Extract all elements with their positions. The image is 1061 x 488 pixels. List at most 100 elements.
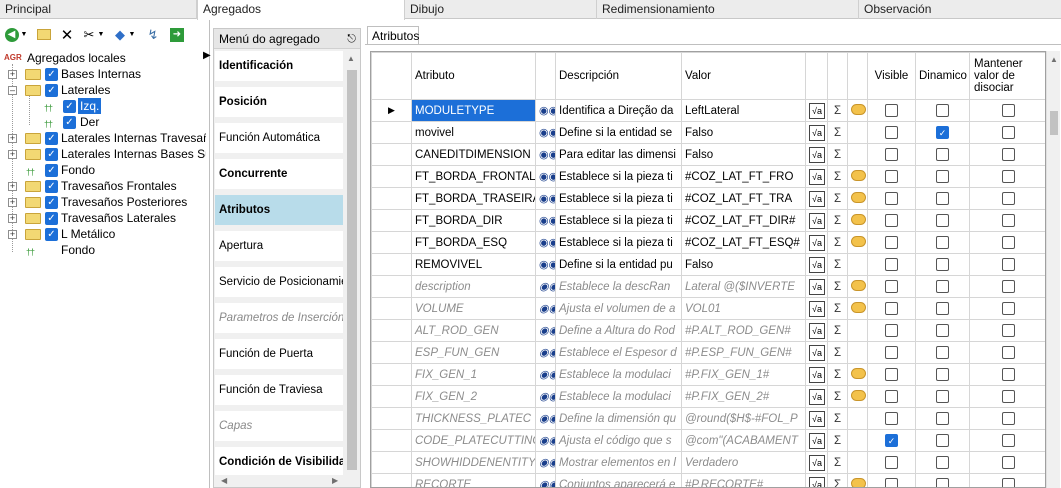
row-indicator[interactable] (371, 143, 412, 166)
tab-redimensionamiento[interactable]: Redimensionamiento (597, 0, 859, 19)
row-indicator[interactable] (371, 165, 412, 188)
cell-formula[interactable]: √a (805, 165, 828, 188)
binoculars-icon[interactable]: ◉◉ (539, 347, 555, 359)
checkbox-unchecked-icon[interactable] (1002, 126, 1015, 139)
formula-icon[interactable]: √a (809, 146, 825, 163)
cell-attribute[interactable]: VOLUME (411, 297, 536, 320)
cell-comment[interactable] (847, 473, 868, 487)
cell-visible-checkbox[interactable] (867, 231, 916, 254)
formula-icon[interactable]: √a (809, 388, 825, 405)
checkbox-unchecked-icon[interactable] (1002, 302, 1015, 315)
checkbox-unchecked-icon[interactable] (936, 412, 949, 425)
cell-attribute[interactable]: ALT_ROD_GEN (411, 319, 536, 342)
formula-icon[interactable]: √a (809, 300, 825, 317)
menu-item-apertura[interactable]: Apertura (215, 231, 343, 261)
cell-dynamic-checkbox[interactable] (915, 99, 970, 122)
comment-bubble-icon[interactable] (851, 279, 866, 291)
checkbox-checked-icon[interactable]: ✓ (63, 100, 76, 113)
cell-lookup[interactable]: ◉◉ (535, 385, 556, 408)
cell-formula[interactable]: √a (805, 231, 828, 254)
cell-comment[interactable] (847, 363, 868, 386)
checkbox-checked-icon[interactable]: ✓ (885, 434, 898, 447)
sigma-icon[interactable]: Σ (834, 281, 841, 293)
checkbox-unchecked-icon[interactable] (936, 258, 949, 271)
export-icon[interactable]: ➜ (170, 27, 184, 42)
cell-visible-checkbox[interactable] (867, 253, 916, 276)
cell-value[interactable]: #COZ_LAT_FT_ESQ# (681, 231, 806, 254)
cell-comment[interactable] (847, 209, 868, 232)
checkbox-unchecked-icon[interactable] (885, 104, 898, 117)
sigma-icon[interactable]: Σ (834, 259, 841, 271)
checkbox-unchecked-icon[interactable] (1002, 214, 1015, 227)
cell-visible-checkbox[interactable] (867, 99, 916, 122)
cell-attribute[interactable]: description (411, 275, 536, 298)
sigma-icon[interactable]: Σ (834, 325, 841, 337)
binoculars-icon[interactable]: ◉◉ (539, 413, 555, 425)
cell-dynamic-checkbox[interactable] (915, 451, 970, 474)
binoculars-icon[interactable]: ◉◉ (539, 457, 555, 469)
expand-icon[interactable]: + (8, 198, 17, 207)
formula-icon[interactable]: √a (809, 366, 825, 383)
cell-description[interactable]: Ajusta el volumen de a (555, 297, 682, 320)
cell-visible-checkbox[interactable] (867, 473, 916, 487)
menu-hscrollbar[interactable]: ◀ ▶ (215, 475, 344, 487)
grid-row[interactable]: ALT_ROD_GEN◉◉Define a Altura do Rod#P.AL… (371, 319, 1045, 342)
cell-lookup[interactable]: ◉◉ (535, 187, 556, 210)
grid-row[interactable]: FIX_GEN_1◉◉Establece la modulaci#P.FIX_G… (371, 363, 1045, 386)
comment-bubble-icon[interactable] (851, 367, 866, 379)
cell-sum[interactable]: Σ (827, 319, 848, 342)
cell-comment[interactable] (847, 143, 868, 166)
cell-sum[interactable]: Σ (827, 187, 848, 210)
cell-formula[interactable]: √a (805, 319, 828, 342)
cell-lookup[interactable]: ◉◉ (535, 231, 556, 254)
tree-item-laterales-internas-travesanos[interactable]: + ✓ Laterales Internas Travesañ (0, 130, 206, 146)
checkbox-unchecked-icon[interactable] (1002, 478, 1015, 487)
expand-icon[interactable]: + (8, 214, 17, 223)
cell-formula[interactable]: √a (805, 363, 828, 386)
checkbox-unchecked-icon[interactable] (936, 478, 949, 487)
cell-description[interactable]: Conjuntos aparecerá e (555, 473, 682, 487)
checkbox-checked-icon[interactable]: ✓ (45, 68, 58, 81)
formula-icon[interactable]: √a (809, 190, 825, 207)
cell-value[interactable]: #P.FIX_GEN_1# (681, 363, 806, 386)
sigma-icon[interactable]: Σ (834, 171, 841, 183)
cut-dropdown-icon[interactable]: ▼ (98, 31, 105, 38)
checkbox-unchecked-icon[interactable] (885, 346, 898, 359)
cell-lookup[interactable]: ◉◉ (535, 297, 556, 320)
cell-dynamic-checkbox[interactable] (915, 407, 970, 430)
cell-value[interactable]: #P.FIX_GEN_2# (681, 385, 806, 408)
cell-lookup[interactable]: ◉◉ (535, 209, 556, 232)
cell-sum[interactable]: Σ (827, 121, 848, 144)
grid-row[interactable]: ▶ MODULETYPE◉◉Identifica a Direção daLeft… (371, 99, 1045, 122)
scroll-right-icon[interactable]: ▶ (332, 476, 338, 485)
sigma-icon[interactable]: Σ (834, 457, 841, 469)
checkbox-unchecked-icon[interactable] (885, 368, 898, 381)
header-visible[interactable]: Visible (867, 52, 916, 100)
checkbox-checked-icon[interactable]: ✓ (45, 180, 58, 193)
checkbox-unchecked-icon[interactable] (885, 236, 898, 249)
cell-formula[interactable]: √a (805, 253, 828, 276)
tree-item-travesanos-frontales[interactable]: + ✓ Travesaños Frontales (0, 178, 206, 194)
formula-icon[interactable]: √a (809, 212, 825, 229)
row-indicator[interactable] (371, 385, 412, 408)
sigma-icon[interactable]: Σ (834, 215, 841, 227)
row-indicator[interactable] (371, 341, 412, 364)
cell-sum[interactable]: Σ (827, 165, 848, 188)
cell-dynamic-checkbox[interactable] (915, 297, 970, 320)
menu-item-capas[interactable]: Capas (215, 411, 343, 441)
cell-dynamic-checkbox[interactable] (915, 231, 970, 254)
cell-lookup[interactable]: ◉◉ (535, 341, 556, 364)
formula-icon[interactable]: √a (809, 124, 825, 141)
cell-keep-checkbox[interactable] (969, 187, 1045, 210)
checkbox-unchecked-icon[interactable] (936, 236, 949, 249)
sigma-icon[interactable]: Σ (834, 193, 841, 205)
grid-scrollbar[interactable]: ▲ (1046, 51, 1060, 488)
cell-dynamic-checkbox[interactable] (915, 209, 970, 232)
checkbox-unchecked-icon[interactable] (936, 280, 949, 293)
cell-description[interactable]: Define si la entidad pu (555, 253, 682, 276)
cell-value[interactable]: Falso (681, 121, 806, 144)
cell-dynamic-checkbox[interactable] (915, 363, 970, 386)
menu-item-concurrente[interactable]: Concurrente (215, 159, 343, 189)
cell-visible-checkbox[interactable] (867, 209, 916, 232)
checkbox-unchecked-icon[interactable] (1002, 104, 1015, 117)
